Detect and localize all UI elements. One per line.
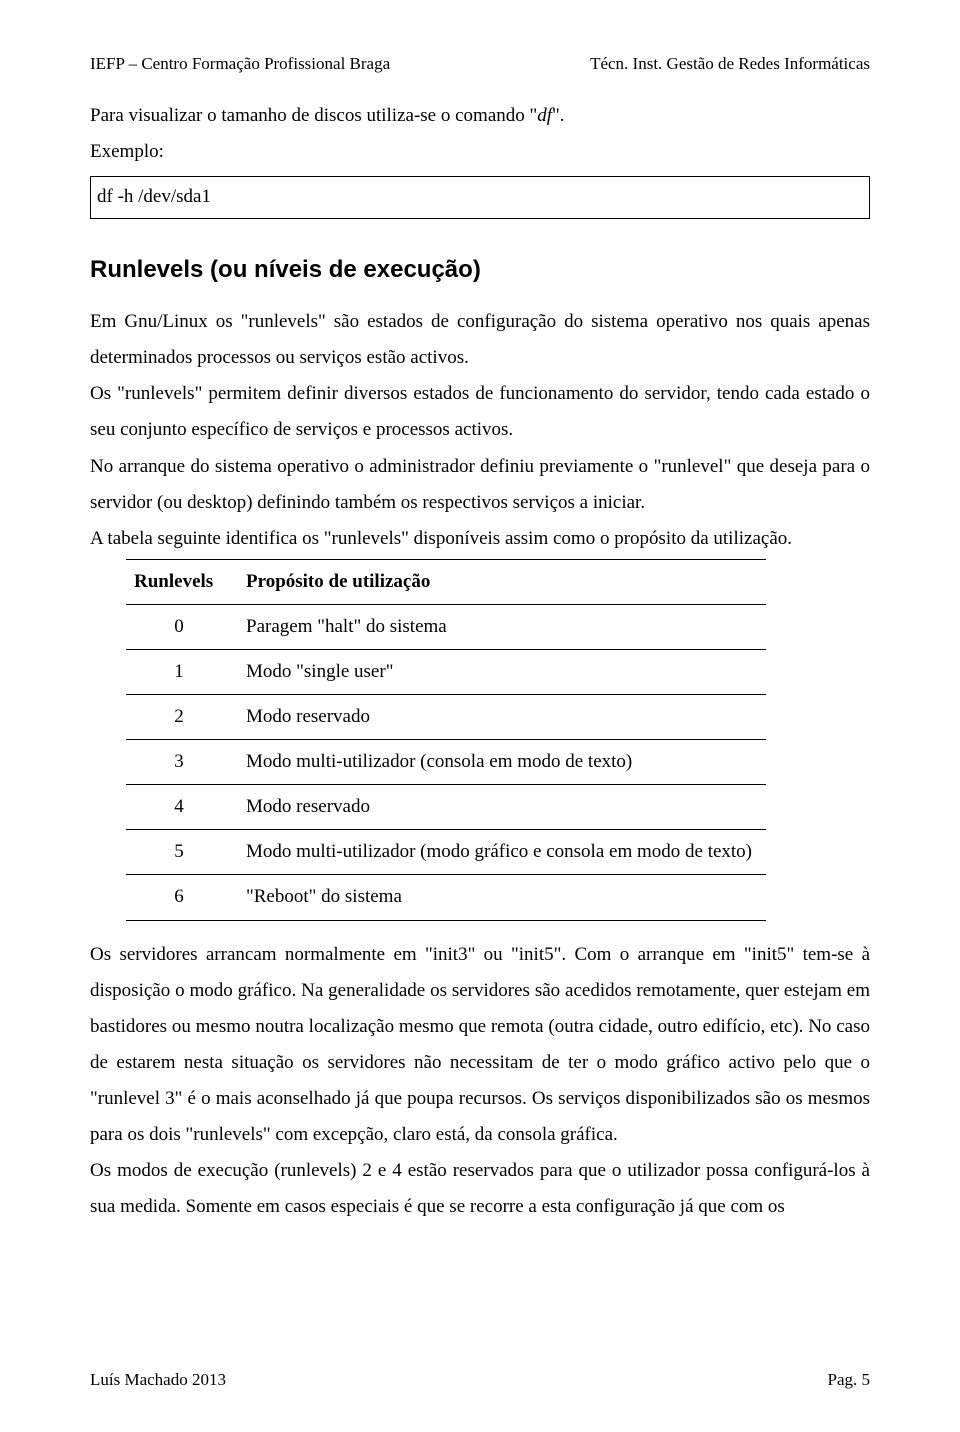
- cell-desc: Modo multi-utilizador (modo gráfico e co…: [238, 830, 766, 875]
- cell-desc: Modo multi-utilizador (consola em modo d…: [238, 740, 766, 785]
- cell-desc: Paragem "halt" do sistema: [238, 604, 766, 649]
- cell-level: 5: [126, 830, 238, 875]
- cell-desc: Modo "single user": [238, 650, 766, 695]
- cell-level: 6: [126, 875, 238, 920]
- intro-cmd: df: [537, 105, 552, 126]
- paragraph-4: A tabela seguinte identifica os "runleve…: [90, 521, 870, 557]
- cell-desc: "Reboot" do sistema: [238, 875, 766, 920]
- paragraph-3: No arranque do sistema operativo o admin…: [90, 449, 870, 521]
- header-right: Técn. Inst. Gestão de Redes Informáticas: [590, 48, 870, 80]
- cell-level: 0: [126, 604, 238, 649]
- table-row: 5 Modo multi-utilizador (modo gráfico e …: [126, 830, 766, 875]
- table-row: 0 Paragem "halt" do sistema: [126, 604, 766, 649]
- page-header: IEFP – Centro Formação Profissional Brag…: [90, 48, 870, 80]
- cell-level: 1: [126, 650, 238, 695]
- col-runlevels: Runlevels: [126, 559, 238, 604]
- col-purpose: Propósito de utilização: [238, 559, 766, 604]
- after-paragraph-1: Os servidores arrancam normalmente em "i…: [90, 937, 870, 1154]
- table-row: 4 Modo reservado: [126, 785, 766, 830]
- cell-desc: Modo reservado: [238, 695, 766, 740]
- command-box: df -h /dev/sda1: [90, 176, 870, 218]
- intro-suffix: ".: [552, 105, 565, 126]
- intro-line: Para visualizar o tamanho de discos util…: [90, 98, 870, 134]
- table-header-row: Runlevels Propósito de utilização: [126, 559, 766, 604]
- section-title: Runlevels (ou níveis de execução): [90, 247, 870, 293]
- cell-desc: Modo reservado: [238, 785, 766, 830]
- table-row: 3 Modo multi-utilizador (consola em modo…: [126, 740, 766, 785]
- cell-level: 2: [126, 695, 238, 740]
- table-row: 1 Modo "single user": [126, 650, 766, 695]
- runlevels-table: Runlevels Propósito de utilização 0 Para…: [126, 559, 766, 921]
- table-row: 2 Modo reservado: [126, 695, 766, 740]
- cell-level: 4: [126, 785, 238, 830]
- example-label: Exemplo:: [90, 134, 870, 170]
- page: IEFP – Centro Formação Profissional Brag…: [0, 0, 960, 1432]
- intro-prefix: Para visualizar o tamanho de discos util…: [90, 105, 537, 126]
- after-paragraph-2: Os modos de execução (runlevels) 2 e 4 e…: [90, 1153, 870, 1225]
- table-row: 6 "Reboot" do sistema: [126, 875, 766, 920]
- header-left: IEFP – Centro Formação Profissional Brag…: [90, 48, 390, 80]
- cell-level: 3: [126, 740, 238, 785]
- paragraph-1: Em Gnu/Linux os "runlevels" são estados …: [90, 304, 870, 376]
- paragraph-2: Os "runlevels" permitem definir diversos…: [90, 376, 870, 448]
- footer-right: Pag. 5: [828, 1364, 871, 1396]
- footer-left: Luís Machado 2013: [90, 1364, 226, 1396]
- page-footer: Luís Machado 2013 Pag. 5: [90, 1364, 870, 1396]
